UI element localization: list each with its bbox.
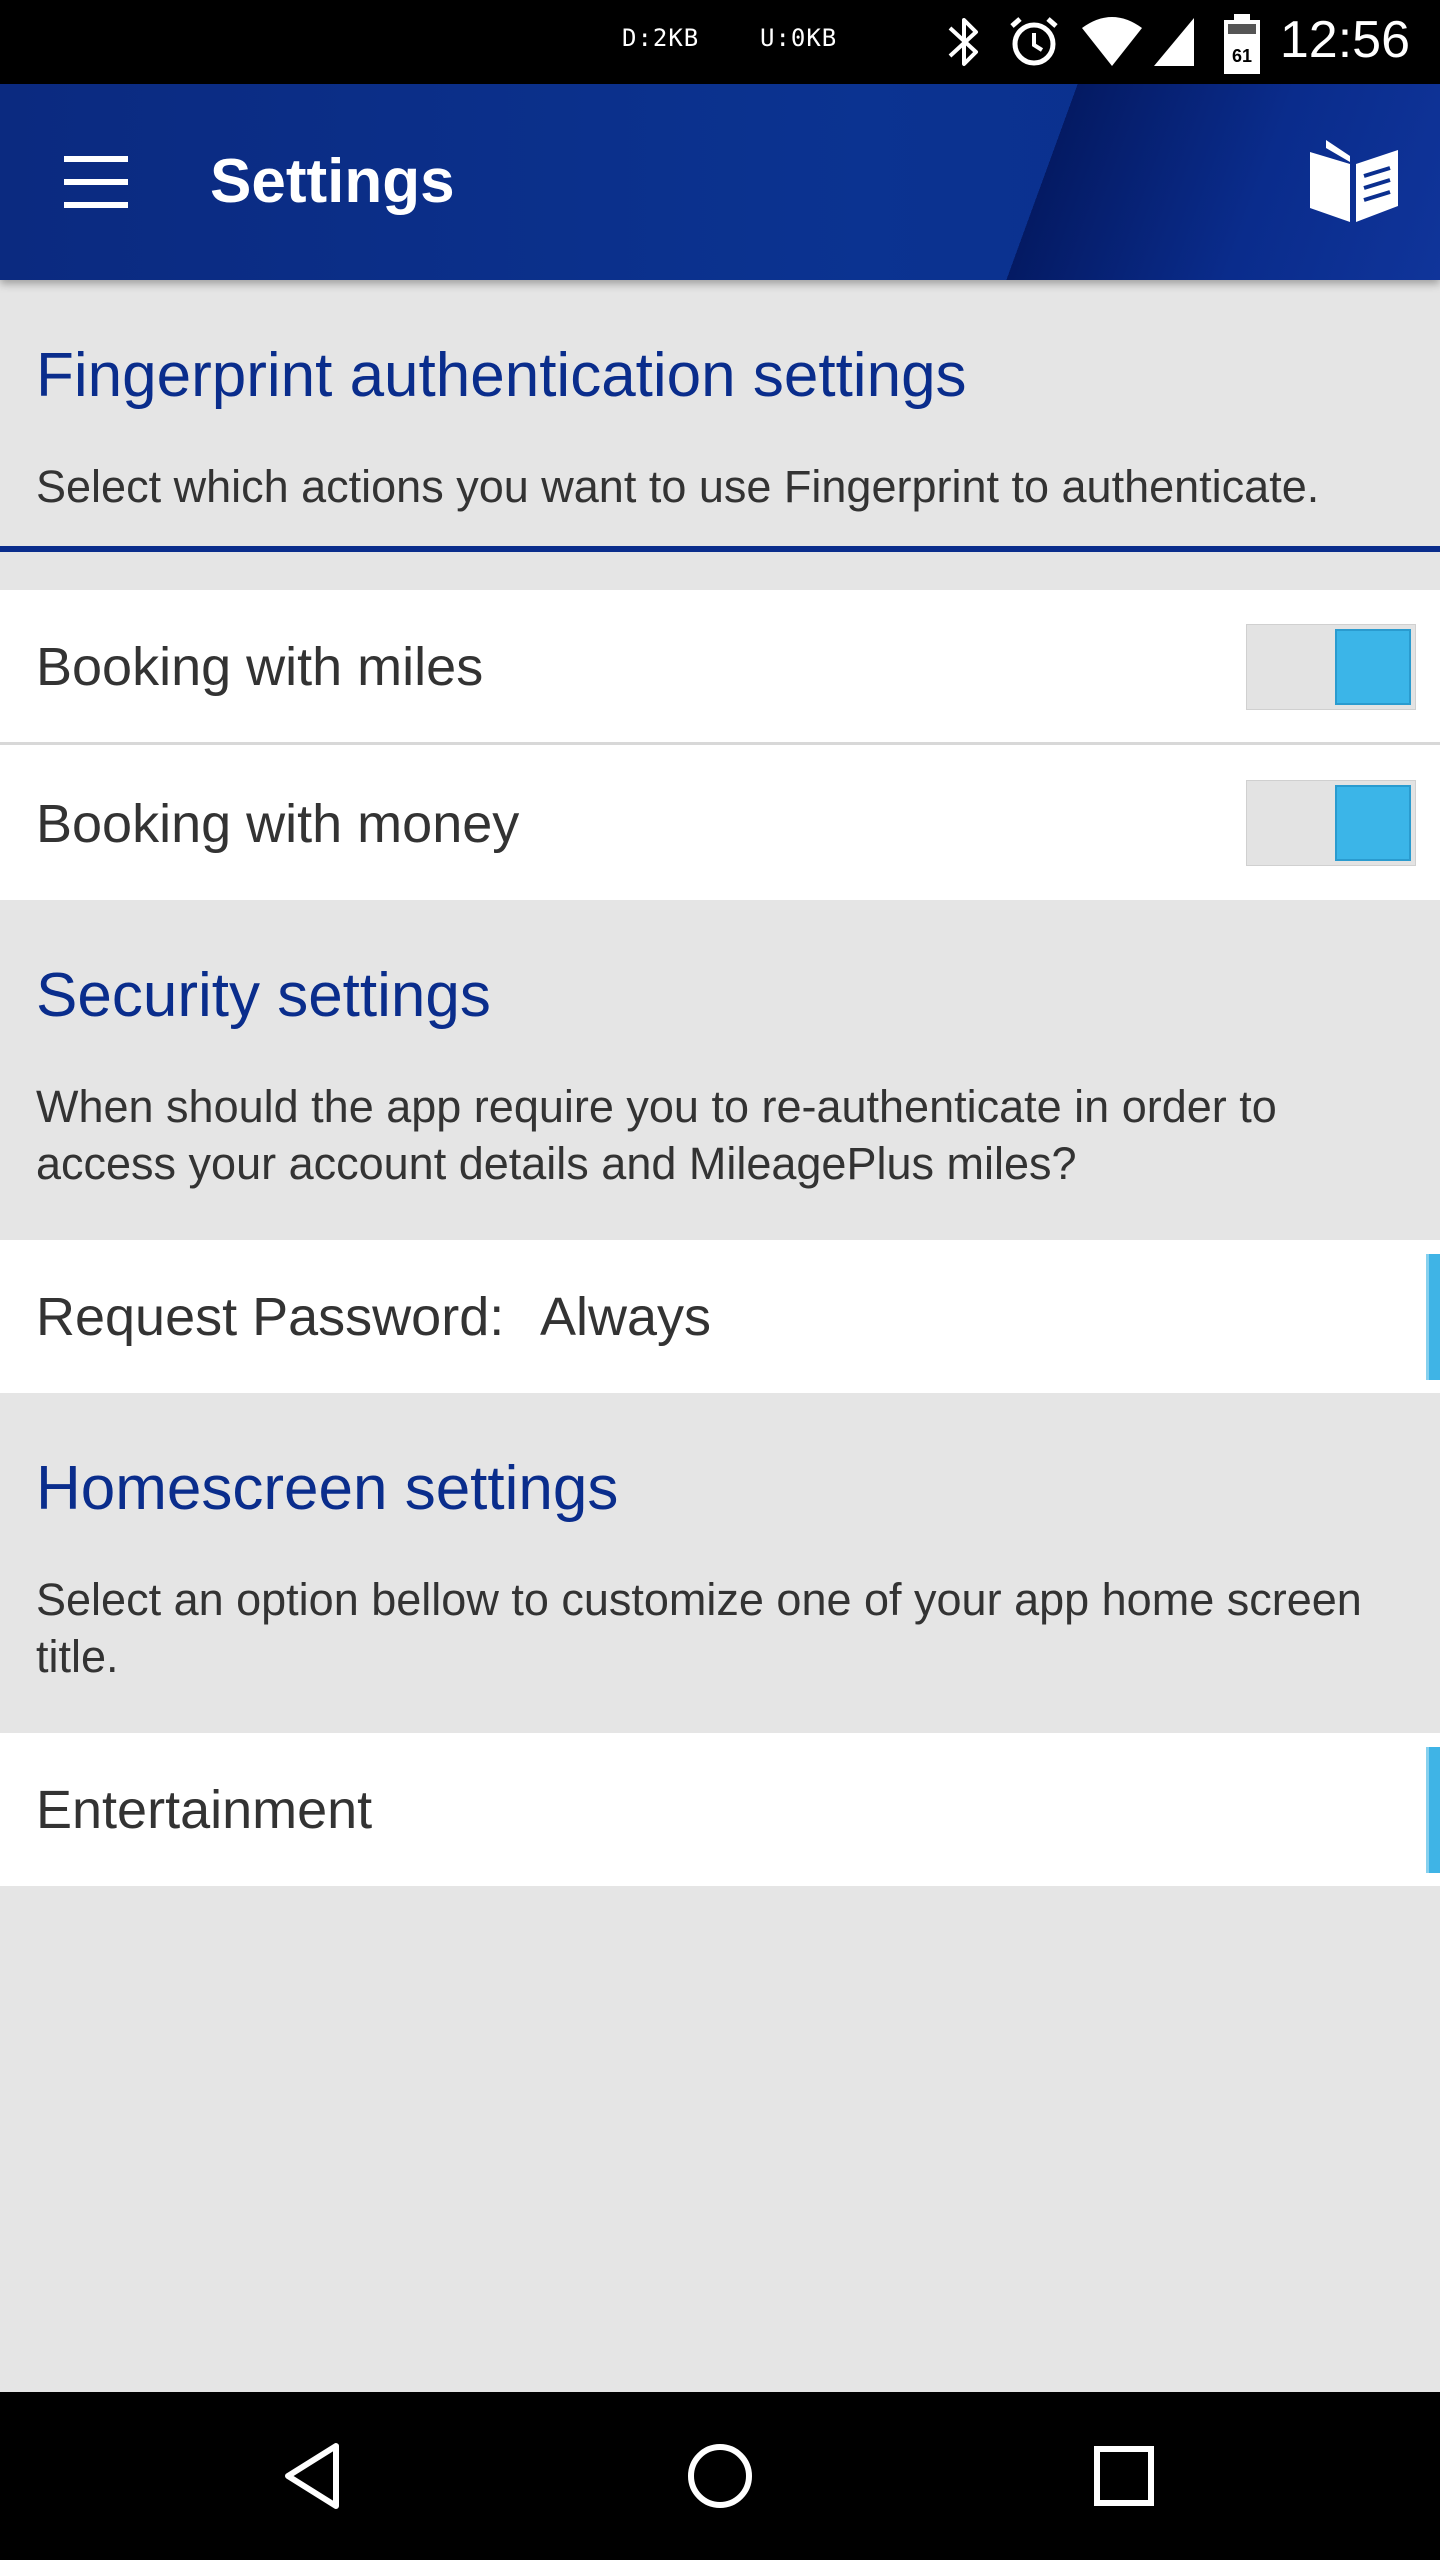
recents-icon[interactable] <box>1084 2436 1164 2516</box>
request-password-value: Always <box>540 1287 712 1347</box>
system-nav-bar <box>0 2392 1440 2560</box>
security-section-title: Security settings <box>36 961 491 1030</box>
list-item-booking-with-money[interactable]: Booking with money <box>0 745 1440 900</box>
list-item-booking-with-miles[interactable]: Booking with miles <box>0 590 1440 742</box>
request-password-label: Request Password: <box>36 1287 505 1347</box>
alarm-icon <box>1010 17 1058 66</box>
homescreen-section-description: Select an option bellow to customize one… <box>36 1574 1362 1682</box>
toggle-knob <box>1335 629 1411 705</box>
request-password-edge-handle[interactable] <box>1426 1254 1440 1380</box>
battery-level: 61 <box>1232 46 1252 66</box>
entertainment-label: Entertainment <box>36 1780 373 1840</box>
status-bar: D:2KB U:0KB 61 12:56 <box>0 0 1440 84</box>
homescreen-section-title: Homescreen settings <box>36 1454 619 1523</box>
booking-with-money-label: Booking with money <box>36 794 520 854</box>
list-item-entertainment[interactable]: Entertainment <box>0 1733 1440 1886</box>
app-bar: Settings <box>0 84 1440 280</box>
bluetooth-icon <box>948 18 978 66</box>
home-icon[interactable] <box>680 2436 760 2516</box>
toggle-knob <box>1335 785 1411 861</box>
hamburger-menu-icon[interactable] <box>62 156 132 208</box>
list-item-request-password[interactable]: Request Password: Always <box>0 1240 1440 1393</box>
fingerprint-section-description: Select which actions you want to use Fin… <box>36 461 1320 512</box>
booking-with-money-toggle[interactable] <box>1246 780 1416 866</box>
upload-speed: U:0KB <box>760 24 838 52</box>
book-icon[interactable] <box>1306 136 1402 226</box>
section-accent-divider <box>0 546 1440 552</box>
page-title: Settings <box>210 147 455 216</box>
download-speed: D:2KB <box>622 24 700 52</box>
fingerprint-section-title: Fingerprint authentication settings <box>36 341 967 410</box>
battery-icon: 61 <box>1224 14 1260 74</box>
clock: 12:56 <box>1279 11 1410 69</box>
security-section-description: When should the app require you to re-au… <box>36 1081 1277 1189</box>
back-icon[interactable] <box>276 2436 356 2516</box>
booking-with-miles-label: Booking with miles <box>36 637 484 697</box>
signal-icon <box>1154 18 1194 66</box>
wifi-icon <box>1082 17 1142 66</box>
booking-with-miles-toggle[interactable] <box>1246 624 1416 710</box>
entertainment-edge-handle[interactable] <box>1426 1747 1440 1873</box>
